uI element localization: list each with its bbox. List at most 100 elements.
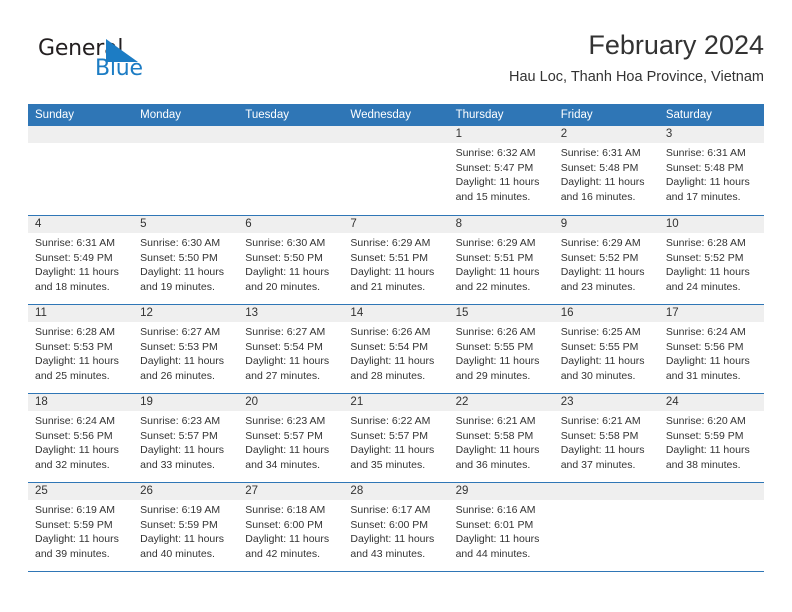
day-detail-line: and 33 minutes.: [140, 458, 215, 471]
day-cell-23[interactable]: Sunrise: 6:21 AM Sunset: 5:58 PM Daylight:…: [554, 411, 659, 481]
day-detail-line: Sunset: 6:00 PM: [350, 518, 429, 531]
day-cell-10[interactable]: Sunrise: 6:28 AM Sunset: 5:52 PM Daylight:…: [659, 233, 764, 303]
day-number-26[interactable]: 26: [133, 483, 238, 500]
day-cell-15[interactable]: Sunrise: 6:26 AM Sunset: 5:55 PM Daylight:…: [449, 322, 554, 392]
day-cell-20[interactable]: Sunrise: 6:23 AM Sunset: 5:57 PM Daylight:…: [238, 411, 343, 481]
day-cell-25[interactable]: Sunrise: 6:19 AM Sunset: 5:59 PM Daylight:…: [28, 500, 133, 570]
day-detail-line: Daylight: 11 hours: [140, 444, 224, 457]
day-number-16[interactable]: 16: [554, 305, 659, 322]
day-detail-line: Sunset: 5:53 PM: [140, 340, 218, 353]
day-detail-line: and 17 minutes.: [665, 190, 741, 203]
day-cell-12[interactable]: Sunrise: 6:27 AM Sunset: 5:53 PM Daylight:…: [133, 322, 238, 392]
day-number-25[interactable]: 25: [28, 483, 133, 500]
day-detail-line: Sunrise: 6:27 AM: [245, 326, 326, 338]
day-number-9[interactable]: 9: [554, 216, 659, 233]
day-number-24[interactable]: 24: [659, 394, 764, 411]
day-detail-line: and 35 minutes.: [350, 458, 426, 471]
day-cell-17[interactable]: Sunrise: 6:24 AM Sunset: 5:56 PM Daylight:…: [659, 322, 764, 392]
day-detail-line: Daylight: 11 hours: [560, 266, 645, 279]
day-cell-13[interactable]: Sunrise: 6:27 AM Sunset: 5:54 PM Daylight:…: [238, 322, 343, 392]
day-detail-line: Sunrise: 6:31 AM: [35, 237, 115, 249]
day-number-2[interactable]: 2: [554, 126, 659, 143]
day-number-15[interactable]: 15: [449, 305, 554, 322]
weekday-header-thursday: Thursday: [455, 109, 504, 121]
day-detail-line: and 36 minutes.: [455, 458, 531, 471]
day-detail-line: and 23 minutes.: [560, 280, 636, 293]
day-detail-line: Sunset: 5:52 PM: [560, 251, 639, 264]
day-detail-line: Sunset: 5:56 PM: [665, 340, 744, 353]
day-cell-3[interactable]: Sunrise: 6:31 AM Sunset: 5:48 PM Daylight:…: [659, 143, 764, 213]
day-detail-line: Daylight: 11 hours: [140, 355, 224, 368]
day-detail-line: Sunrise: 6:18 AM: [245, 504, 326, 516]
day-cell-7[interactable]: Sunrise: 6:29 AM Sunset: 5:51 PM Daylight:…: [343, 233, 448, 303]
day-detail-line: Daylight: 11 hours: [35, 355, 119, 368]
day-detail-line: and 20 minutes.: [245, 280, 320, 293]
day-cell-4[interactable]: Sunrise: 6:31 AM Sunset: 5:49 PM Daylight:…: [28, 233, 133, 303]
day-cell-18[interactable]: Sunrise: 6:24 AM Sunset: 5:56 PM Daylight:…: [28, 411, 133, 481]
day-number-7[interactable]: 7: [343, 216, 448, 233]
day-number-19[interactable]: 19: [133, 394, 238, 411]
day-number-28[interactable]: 28: [343, 483, 448, 500]
day-cell-28[interactable]: Sunrise: 6:17 AM Sunset: 6:00 PM Daylight:…: [343, 500, 448, 570]
calendar-week-row: 11 12 13 14 15 16 17 Sunrise: 6:28 AM Sunset: 5:…: [28, 304, 764, 393]
day-detail-line: Daylight: 11 hours: [350, 355, 435, 368]
day-cell-19[interactable]: Sunrise: 6:23 AM Sunset: 5:57 PM Daylight:…: [133, 411, 238, 481]
day-number-13[interactable]: 13: [238, 305, 343, 322]
day-cell-6[interactable]: Sunrise: 6:30 AM Sunset: 5:50 PM Daylight:…: [238, 233, 343, 303]
day-cell-empty: [554, 500, 659, 570]
day-number-1[interactable]: 1: [449, 126, 554, 143]
week-detail-row: Sunrise: 6:31 AM Sunset: 5:49 PM Daylight:…: [28, 233, 764, 303]
day-cell-empty: [343, 143, 448, 213]
day-number-29[interactable]: 29: [449, 483, 554, 500]
day-detail-line: Daylight: 11 hours: [245, 355, 330, 368]
day-cell-8[interactable]: Sunrise: 6:29 AM Sunset: 5:51 PM Daylight:…: [449, 233, 554, 303]
day-detail-line: Sunrise: 6:24 AM: [35, 415, 115, 427]
day-detail-line: and 18 minutes.: [35, 280, 110, 293]
day-number-12[interactable]: 12: [133, 305, 238, 322]
day-number-17[interactable]: 17: [659, 305, 764, 322]
day-number-6[interactable]: 6: [238, 216, 343, 233]
day-cell-9[interactable]: Sunrise: 6:29 AM Sunset: 5:52 PM Daylight:…: [554, 233, 659, 303]
day-cell-1[interactable]: Sunrise: 6:32 AM Sunset: 5:47 PM Daylight:…: [449, 143, 554, 213]
day-cell-empty: [238, 143, 343, 213]
day-number-10[interactable]: 10: [659, 216, 764, 233]
day-number-20[interactable]: 20: [238, 394, 343, 411]
week-detail-row: Sunrise: 6:24 AM Sunset: 5:56 PM Daylight:…: [28, 411, 764, 481]
day-number-22[interactable]: 22: [449, 394, 554, 411]
day-detail-line: and 44 minutes.: [455, 547, 531, 560]
day-detail-line: Sunset: 5:59 PM: [140, 518, 218, 531]
day-number-18[interactable]: 18: [28, 394, 133, 411]
day-detail-line: Sunset: 5:51 PM: [350, 251, 429, 264]
day-cell-24[interactable]: Sunrise: 6:20 AM Sunset: 5:59 PM Daylight:…: [659, 411, 764, 481]
location-subtitle: Hau Loc, Thanh Hoa Province, Vietnam: [509, 69, 764, 85]
day-number-8[interactable]: 8: [449, 216, 554, 233]
day-cell-26[interactable]: Sunrise: 6:19 AM Sunset: 5:59 PM Daylight:…: [133, 500, 238, 570]
day-number-3[interactable]: 3: [659, 126, 764, 143]
day-number-21[interactable]: 21: [343, 394, 448, 411]
day-cell-21[interactable]: Sunrise: 6:22 AM Sunset: 5:57 PM Daylight:…: [343, 411, 448, 481]
day-cell-5[interactable]: Sunrise: 6:30 AM Sunset: 5:50 PM Daylight:…: [133, 233, 238, 303]
day-number-empty: [343, 126, 448, 143]
day-detail-line: Sunset: 5:48 PM: [560, 161, 639, 174]
day-cell-27[interactable]: Sunrise: 6:18 AM Sunset: 6:00 PM Daylight:…: [238, 500, 343, 570]
day-detail-line: Sunset: 5:59 PM: [665, 429, 744, 442]
day-detail-line: and 42 minutes.: [245, 547, 320, 560]
day-detail-line: Daylight: 11 hours: [560, 176, 645, 189]
day-cell-16[interactable]: Sunrise: 6:25 AM Sunset: 5:55 PM Daylight:…: [554, 322, 659, 392]
day-detail-line: Daylight: 11 hours: [140, 533, 224, 546]
day-detail-line: Sunrise: 6:32 AM: [455, 147, 536, 159]
day-number-14[interactable]: 14: [343, 305, 448, 322]
day-number-5[interactable]: 5: [133, 216, 238, 233]
calendar-week-row: 1 2 3 Sunrise: 6:32 AM Sunset: 5:47 PM Daylig…: [28, 126, 764, 215]
day-cell-29[interactable]: Sunrise: 6:16 AM Sunset: 6:01 PM Daylight:…: [449, 500, 554, 570]
day-number-23[interactable]: 23: [554, 394, 659, 411]
day-cell-14[interactable]: Sunrise: 6:26 AM Sunset: 5:54 PM Daylight:…: [343, 322, 448, 392]
day-number-11[interactable]: 11: [28, 305, 133, 322]
day-number-4[interactable]: 4: [28, 216, 133, 233]
day-detail-line: Sunset: 5:50 PM: [140, 251, 218, 264]
day-number-27[interactable]: 27: [238, 483, 343, 500]
day-cell-22[interactable]: Sunrise: 6:21 AM Sunset: 5:58 PM Daylight:…: [449, 411, 554, 481]
day-cell-2[interactable]: Sunrise: 6:31 AM Sunset: 5:48 PM Daylight:…: [554, 143, 659, 213]
day-cell-11[interactable]: Sunrise: 6:28 AM Sunset: 5:53 PM Daylight:…: [28, 322, 133, 392]
weekday-header-saturday: Saturday: [665, 109, 712, 121]
